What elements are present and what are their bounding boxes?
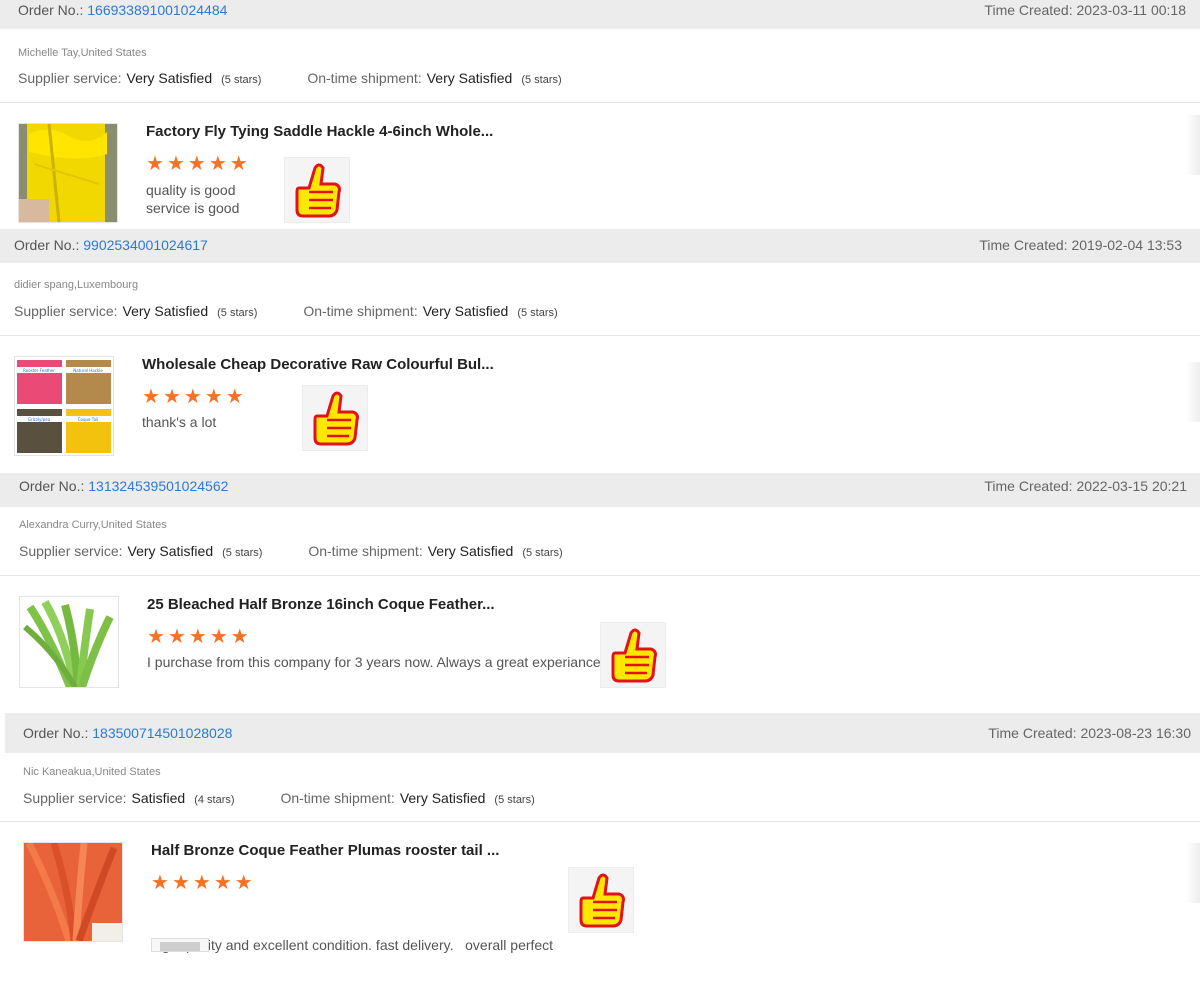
divider [0, 821, 1200, 822]
product-title[interactable]: 25 Bleached Half Bronze 16inch Coque Fea… [147, 596, 495, 613]
rating-stars: ★★★★★ [146, 151, 251, 176]
review-comment: high quality and excellent condition. fa… [151, 937, 554, 953]
order-number: Order No.: 131324539501024562 [19, 478, 229, 494]
shipment-value: Very Satisfied [399, 790, 486, 806]
order-header: Order No.: 183500714501028028 Time Creat… [5, 713, 1200, 753]
svg-text:Rooster Feather: Rooster Feather [23, 368, 55, 373]
supplier-service-value: Very Satisfied [126, 70, 213, 86]
star-icon: ★ [187, 153, 209, 175]
product-image[interactable] [18, 123, 118, 223]
supplier-service-value: Satisfied [131, 790, 186, 806]
star-icon: ★ [204, 386, 226, 408]
supplier-stars-count: (5 stars) [221, 74, 262, 86]
buyer-name: Alexandra Curry,United States [19, 519, 167, 531]
thumbs-up-icon [600, 622, 666, 688]
shipment-stars-count: (5 stars) [494, 794, 535, 806]
star-icon: ★ [162, 386, 184, 408]
edge-shadow [1186, 115, 1200, 175]
review-comment: I purchase from this company for 3 years… [147, 654, 605, 670]
svg-text:Natural Hackle: Natural Hackle [73, 368, 103, 373]
product-title[interactable]: Half Bronze Coque Feather Plumas rooster… [151, 842, 499, 859]
star-icon: ★ [166, 153, 188, 175]
additional-photo[interactable] [151, 938, 209, 952]
service-ratings: Supplier service: Very Satisfied (5 stars)… [19, 543, 563, 559]
review-card: Order No.: 183500714501028028 Time Creat… [0, 713, 1200, 953]
star-icon: ★ [234, 872, 256, 894]
star-icon: ★ [183, 386, 205, 408]
rating-stars: ★★★★★ [142, 384, 247, 409]
buyer-name: Nic Kaneakua,United States [23, 766, 161, 778]
time-created: Time Created: 2019-02-04 13:53 [979, 237, 1182, 253]
time-created: Time Created: 2023-03-11 00:18 [984, 2, 1186, 18]
order-number-link[interactable]: 9902534001024617 [83, 237, 208, 253]
order-number-link[interactable]: 183500714501028028 [92, 725, 232, 741]
service-ratings: Supplier service: Very Satisfied (5 stars)… [14, 303, 558, 319]
buyer-name: Michelle Tay,United States [18, 47, 147, 59]
star-icon: ★ [230, 626, 252, 648]
star-icon: ★ [146, 153, 167, 175]
order-header: Order No.: 131324539501024562 Time Creat… [0, 473, 1200, 507]
shipment-value: Very Satisfied [422, 303, 509, 319]
order-header: Order No.: 9902534001024617 Time Created… [0, 229, 1200, 263]
review-card: Order No.: 131324539501024562 Time Creat… [0, 473, 1200, 713]
shipment-value: Very Satisfied [426, 70, 513, 86]
order-number: Order No.: 9902534001024617 [14, 237, 208, 253]
edge-shadow [1186, 362, 1200, 422]
time-created: Time Created: 2022-03-15 20:21 [984, 478, 1187, 494]
rating-stars: ★★★★★ [151, 870, 256, 895]
review-comment: quality is good service is good [146, 182, 240, 216]
svg-text:Coque Tail: Coque Tail [78, 417, 99, 422]
star-icon: ★ [167, 626, 189, 648]
supplier-stars-count: (5 stars) [222, 547, 263, 559]
edge-shadow [1186, 843, 1200, 903]
star-icon: ★ [225, 386, 247, 408]
supplier-service-value: Very Satisfied [127, 543, 214, 559]
service-ratings: Supplier service: Very Satisfied (5 stars)… [18, 70, 562, 86]
order-header: Order No.: 166933891001024484 Time Creat… [0, 0, 1200, 29]
star-icon: ★ [208, 153, 230, 175]
time-created: Time Created: 2023-08-23 16:30 [988, 725, 1191, 741]
thumbs-up-icon [568, 867, 634, 933]
shipment-stars-count: (5 stars) [517, 307, 558, 319]
product-title[interactable]: Wholesale Cheap Decorative Raw Colourful… [142, 356, 494, 373]
rating-stars: ★★★★★ [147, 624, 252, 649]
review-card: Order No.: 166933891001024484 Time Creat… [0, 0, 1200, 237]
star-icon: ★ [171, 872, 193, 894]
star-icon: ★ [229, 153, 251, 175]
star-icon: ★ [142, 386, 163, 408]
star-icon: ★ [192, 872, 214, 894]
supplier-service-value: Very Satisfied [122, 303, 209, 319]
thumbs-up-icon [302, 385, 368, 451]
star-icon: ★ [213, 872, 235, 894]
divider [0, 575, 1200, 576]
product-image[interactable]: Rooster Feather Natural Hackle Grizzly/p… [14, 356, 114, 456]
review-card: Order No.: 9902534001024617 Time Created… [0, 229, 1200, 473]
product-image[interactable] [19, 596, 119, 688]
star-icon: ★ [209, 626, 231, 648]
supplier-stars-count: (5 stars) [217, 307, 258, 319]
divider [0, 102, 1200, 103]
order-number: Order No.: 183500714501028028 [23, 725, 233, 741]
product-title[interactable]: Factory Fly Tying Saddle Hackle 4-6inch … [146, 123, 493, 140]
buyer-name: didier spang,Luxembourg [14, 279, 139, 291]
product-image[interactable] [23, 842, 123, 942]
star-icon: ★ [147, 626, 168, 648]
divider [0, 335, 1200, 336]
order-number-link[interactable]: 131324539501024562 [88, 478, 228, 494]
review-comment: thank's a lot [142, 414, 217, 430]
svg-text:Grizzly/pea: Grizzly/pea [28, 417, 51, 422]
star-icon: ★ [188, 626, 210, 648]
order-number-link[interactable]: 166933891001024484 [87, 2, 227, 18]
supplier-stars-count: (4 stars) [194, 794, 235, 806]
shipment-stars-count: (5 stars) [522, 547, 563, 559]
star-icon: ★ [151, 872, 172, 894]
order-number: Order No.: 166933891001024484 [18, 2, 228, 18]
shipment-stars-count: (5 stars) [521, 74, 562, 86]
service-ratings: Supplier service: Satisfied (4 stars) On-t… [23, 790, 535, 806]
shipment-value: Very Satisfied [427, 543, 514, 559]
thumbs-up-icon [284, 157, 350, 223]
